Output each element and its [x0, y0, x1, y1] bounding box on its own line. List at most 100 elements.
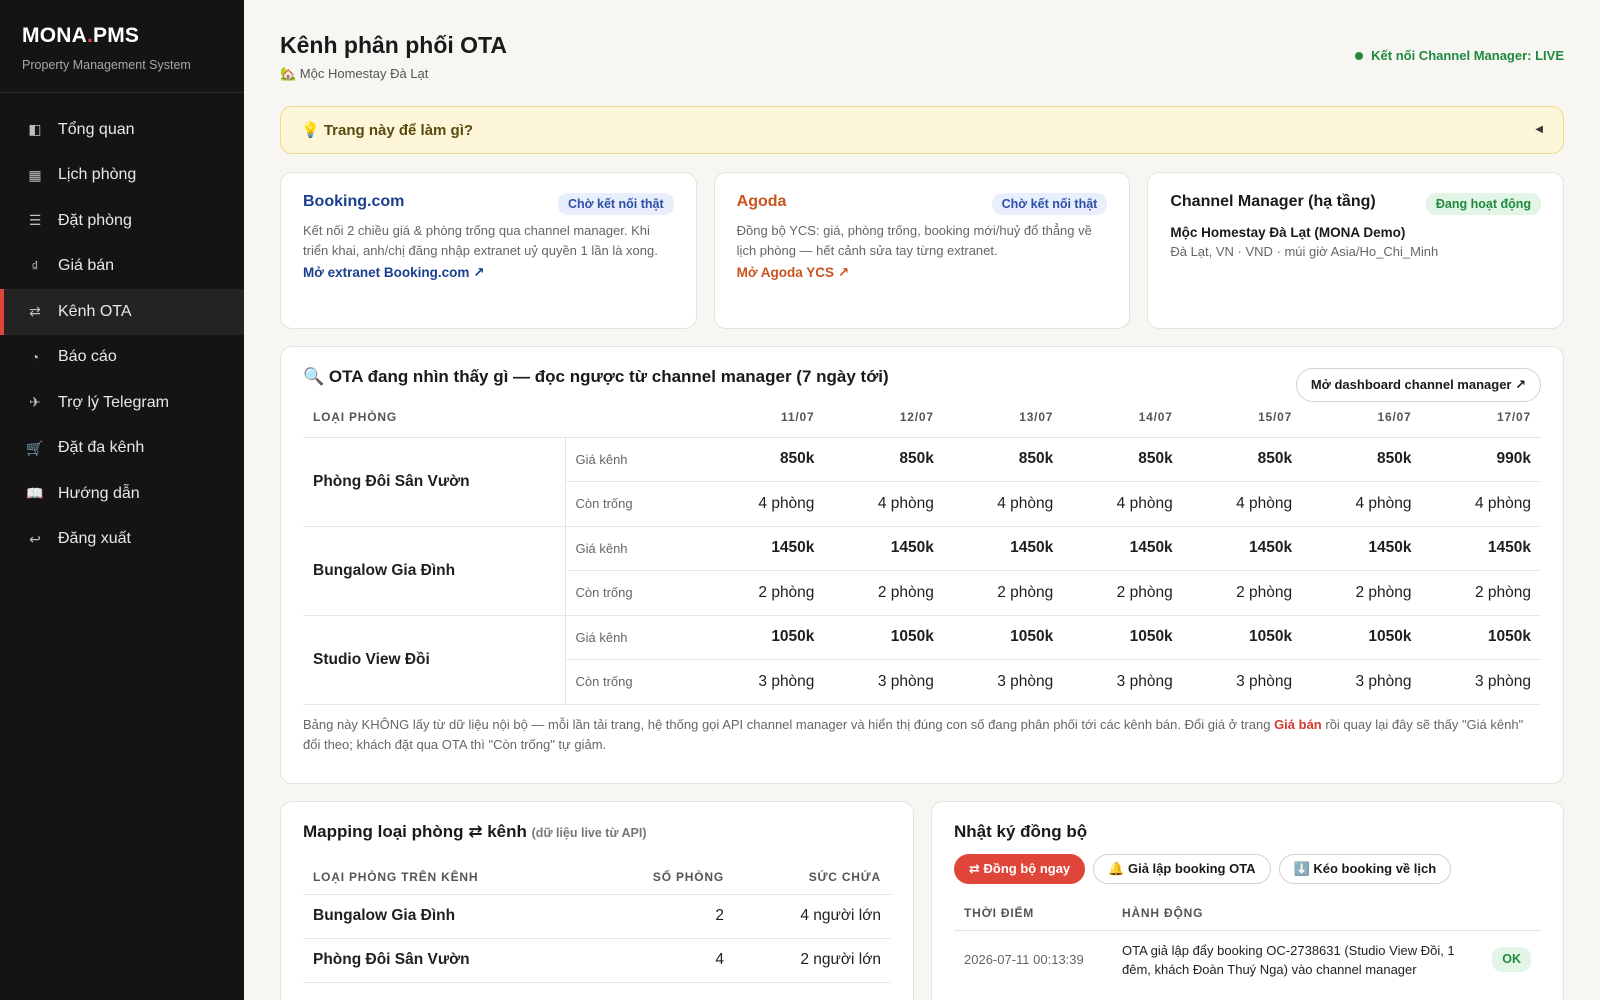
booking-description: Kết nối 2 chiều giá & phòng trống qua ch…: [303, 223, 658, 258]
availability-cell: 2 phòng: [824, 570, 944, 616]
simulate-booking-button[interactable]: 🔔 Giả lập booking OTA: [1093, 854, 1271, 884]
mapping-table-body: Bungalow Gia Đình 2 4 người lớn Phòng Đôi S…: [303, 894, 891, 983]
report-icon: ◔: [30, 349, 40, 366]
col-date: 14/07: [1063, 407, 1183, 438]
help-label: 💡 Trang này để làm gì?: [301, 122, 474, 139]
brand-name-part: MONA: [22, 24, 87, 47]
brand-name-part: PMS: [93, 24, 140, 47]
booking-extranet-link[interactable]: Mở extranet Booking.com ↗: [303, 265, 484, 281]
table-row: Studio View Đồi Giá kênh 1050k 1050k 1050k 10…: [303, 615, 1541, 705]
sidebar-item-label: Đặt phòng: [58, 211, 132, 229]
availability-cell: 3 phòng: [1302, 659, 1422, 705]
ota-table-body: Phòng Đôi Sân Vườn Giá kênh 850k 850k 850k 85…: [303, 437, 1541, 705]
main-content: Kênh phân phối OTA 🏡 Mộc Homestay Đà Lạt…: [244, 0, 1600, 1000]
log-time: 2026-07-11 00:13:39: [964, 952, 1084, 967]
availability-cell: 4 phòng: [1182, 481, 1303, 527]
availability-cell: 3 phòng: [1063, 659, 1183, 705]
sidebar-item-label: Báo cáo: [58, 348, 117, 366]
help-toggle[interactable]: 💡 Trang này để làm gì? ◀: [280, 106, 1564, 154]
open-cm-dashboard-button[interactable]: Mở dashboard channel manager ↗: [1295, 368, 1541, 402]
sidebar-item-label: Kênh OTA: [58, 302, 132, 320]
channel-price-cell: 850k: [824, 437, 944, 482]
sync-log-table: THỜI ĐIỂM HÀNH ĐỘNG 2026-07-11 00:13:39 O…: [954, 896, 1541, 989]
channel-price-cell: 850k: [943, 437, 1064, 482]
row-label-availability: Còn trống: [565, 570, 705, 616]
room-count: 2: [591, 894, 734, 939]
log-status-cell: OK: [1482, 930, 1541, 989]
col-date: 15/07: [1182, 407, 1303, 438]
sidebar-item-label: Đăng xuất: [58, 530, 131, 548]
col-capacity: SỨC CHỨA: [733, 860, 891, 895]
availability-cell: 2 phòng: [1421, 570, 1541, 616]
channel-manager-status: Kết nối Channel Manager: LIVE: [1355, 48, 1564, 63]
pull-bookings-button[interactable]: ⬇️ Kéo booking về lịch: [1278, 854, 1452, 884]
sidebar-item-cart[interactable]: 🛒 Đặt đa kênh: [0, 426, 244, 472]
sync-now-button[interactable]: ⇄ Đồng bộ ngay: [954, 854, 1086, 884]
col-date: 13/07: [943, 407, 1064, 438]
sidebar-item-swap[interactable]: ⇄ Kênh OTA: [0, 289, 244, 335]
property-name: 🏡 Mộc Homestay Đà Lạt: [280, 66, 429, 81]
note-text: Bảng này KHÔNG lấy từ dữ liệu nội bộ — m…: [303, 716, 1275, 732]
dashboard-icon: ◧: [28, 121, 42, 138]
channel-price-cell: 1050k: [1421, 615, 1541, 660]
table-row: Bungalow Gia Đình 2 4 người lớn: [303, 894, 891, 939]
channel-cards: Booking.com Chờ kết nối thật Kết nối 2 c…: [280, 172, 1565, 329]
availability-cell: 3 phòng: [943, 659, 1064, 705]
sidebar-item-list[interactable]: ☰ Đặt phòng: [0, 198, 244, 244]
room-type-name: Bungalow Gia Đình: [303, 526, 566, 616]
status-badge: Đang hoạt động: [1425, 193, 1542, 215]
channel-price-cell: 1050k: [943, 615, 1064, 660]
sidebar-item-label: Trợ lý Telegram: [58, 393, 169, 411]
sidebar-item-dashboard[interactable]: ◧ Tổng quan: [0, 107, 244, 153]
channel-price-cell: 990k: [1421, 437, 1541, 482]
sidebar-item-book[interactable]: 📖 Hướng dẫn: [0, 471, 244, 517]
table-row: 2026-07-11 00:13:39 OTA giả lập đẩy booki…: [954, 930, 1541, 989]
availability-cell: 4 phòng: [1063, 481, 1183, 527]
list-icon: ☰: [28, 212, 42, 229]
agoda-ycs-link[interactable]: Mở Agoda YCS ↗: [737, 265, 849, 281]
sidebar-item-report[interactable]: ◔ Báo cáo: [0, 335, 244, 381]
channel-price-cell: 1050k: [1182, 615, 1303, 660]
row-label-availability: Còn trống: [565, 659, 705, 705]
row-label-price: Giá kênh: [565, 437, 705, 482]
room-capacity: 4 người lớn: [733, 894, 891, 939]
room-capacity: 2 người lớn: [733, 938, 891, 983]
status-dot-icon: [1355, 51, 1364, 60]
channel-price-cell: 1450k: [1421, 526, 1541, 571]
room-type-name: Studio View Đồi: [303, 615, 566, 705]
agoda-card: Agoda Chờ kết nối thật Đồng bộ YCS: giá,…: [713, 172, 1131, 329]
mapping-subtitle: (dữ liệu live từ API): [531, 826, 647, 840]
availability-cell: 3 phòng: [1182, 659, 1303, 705]
collapse-caret-icon: ◀: [1535, 124, 1543, 135]
sidebar-item-label: Hướng dẫn: [58, 484, 140, 502]
availability-cell: 3 phòng: [705, 659, 825, 705]
sidebar-item-label: Lịch phòng: [58, 166, 137, 184]
col-room-count: SỐ PHÒNG: [591, 860, 734, 895]
sync-log-title: Nhật ký đồng bộ: [954, 822, 1088, 841]
row-label-availability: Còn trống: [565, 481, 705, 527]
ota-table: LOẠI PHÒNG 11/07 12/07 13/07 14/07 15/07 16/0…: [303, 407, 1541, 705]
brand-logo[interactable]: MONA.PMS: [22, 24, 222, 48]
channel-price-cell: 1450k: [705, 526, 825, 571]
sidebar-item-logout[interactable]: ↩ Đăng xuất: [0, 517, 244, 563]
availability-cell: 2 phòng: [1182, 570, 1303, 616]
channel-price-cell: 850k: [705, 437, 825, 482]
sidebar: MONA.PMS Property Management System ◧ Tổn…: [0, 0, 244, 1000]
calendar-icon: ▦: [28, 166, 42, 183]
sidebar-item-calendar[interactable]: ▦ Lịch phòng: [0, 153, 244, 199]
cart-icon: 🛒: [26, 439, 44, 456]
ota-view-panel: 🔍 OTA đang nhìn thấy gì — đọc ngược từ c…: [280, 346, 1564, 784]
sidebar-item-telegram[interactable]: ✈ Trợ lý Telegram: [0, 380, 244, 426]
room-type-name: Phòng Đôi Sân Vườn: [303, 437, 566, 527]
col-action: HÀNH ĐỘNG: [1112, 896, 1541, 931]
sidebar-item-label: Đặt đa kênh: [58, 439, 145, 457]
sidebar-item-price[interactable]: ₫ Giá bán: [0, 244, 244, 290]
price-page-link[interactable]: Giá bán: [1274, 717, 1322, 732]
availability-cell: 2 phòng: [943, 570, 1064, 616]
availability-cell: 4 phòng: [1302, 481, 1422, 527]
channel-price-cell: 1450k: [1302, 526, 1422, 571]
channel-price-cell: 850k: [1063, 437, 1183, 482]
sidebar-item-label: Giá bán: [58, 257, 115, 275]
availability-cell: 2 phòng: [1063, 570, 1183, 616]
price-icon: ₫: [31, 258, 39, 275]
